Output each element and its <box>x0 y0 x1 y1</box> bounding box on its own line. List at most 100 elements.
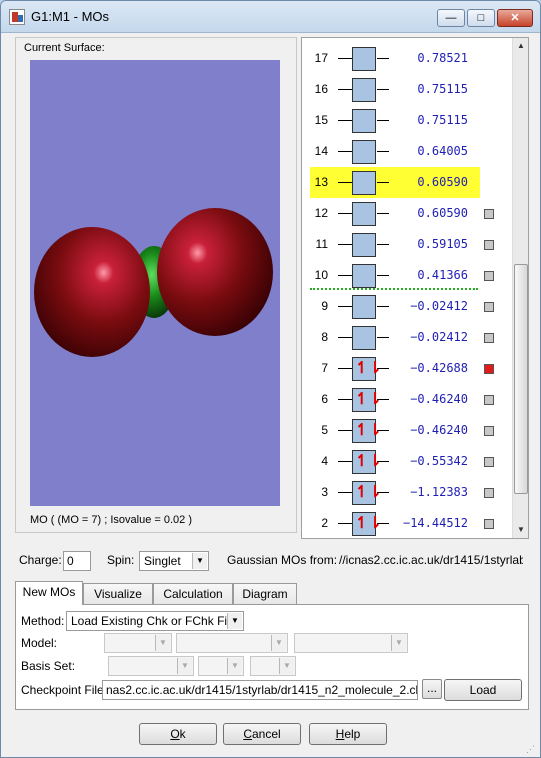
level-line-left <box>338 368 352 369</box>
mo-visualize-checkbox[interactable] <box>484 426 494 436</box>
mo-visualize-checkbox[interactable] <box>484 488 494 498</box>
level-line-left <box>338 275 352 276</box>
mo-energy: 0.75115 <box>417 113 468 127</box>
scroll-thumb[interactable] <box>514 264 528 494</box>
mo-number: 15 <box>314 113 328 127</box>
mo-row[interactable]: 6 ↿⇂ −0.46240 <box>302 384 512 415</box>
mo-row[interactable]: 7 ↿⇂ −0.42688 <box>302 353 512 384</box>
title-bar[interactable]: G1:M1 - MOs — □ ✕ <box>1 1 540 33</box>
mo-row[interactable]: 17 0.78521 <box>302 43 512 74</box>
mo-visualize-checkbox[interactable] <box>484 457 494 467</box>
mo-energy: 0.60590 <box>417 206 468 220</box>
basis-select-1[interactable]: ▼ <box>108 656 194 676</box>
orbital-level-box[interactable] <box>352 264 376 288</box>
mo-row[interactable]: 2 ↿⇂ −14.44512 <box>302 508 512 538</box>
orbital-level-box[interactable]: ↿⇂ <box>352 388 382 412</box>
mo-energy: 0.41366 <box>417 268 468 282</box>
dropdown-arrow-icon: ▼ <box>177 658 192 674</box>
mo-source-path: //icnas2.cc.ic.ac.uk/dr1415/1styrlab <box>339 553 523 567</box>
mo-energy: 0.60590 <box>417 175 468 189</box>
orbital-level-box[interactable] <box>352 140 376 164</box>
mo-row[interactable]: 3 ↿⇂ −1.12383 <box>302 477 512 508</box>
spin-select[interactable]: Singlet ▼ <box>139 551 209 571</box>
mo-visualize-checkbox[interactable] <box>484 519 494 529</box>
ok-button[interactable]: Ok <box>139 723 217 745</box>
model-select-3[interactable]: ▼ <box>294 633 408 653</box>
mo-number: 5 <box>321 423 328 437</box>
tab-new-mos[interactable]: New MOs <box>15 581 83 605</box>
scroll-down-arrow-icon[interactable]: ▼ <box>513 522 528 538</box>
orbital-level-box[interactable]: ↿⇂ <box>352 419 382 443</box>
mo-energy: −0.02412 <box>410 299 468 313</box>
mo-row[interactable]: 5 ↿⇂ −0.46240 <box>302 415 512 446</box>
orbital-level-box[interactable] <box>352 295 376 319</box>
model-select-2[interactable]: ▼ <box>176 633 288 653</box>
orbital-viewer[interactable] <box>30 60 280 506</box>
load-button[interactable]: Load <box>444 679 522 701</box>
mo-row[interactable]: 16 0.75115 <box>302 74 512 105</box>
charge-input[interactable]: 0 <box>63 551 91 571</box>
tab-diagram[interactable]: Diagram <box>233 583 297 605</box>
help-button[interactable]: Help <box>309 723 387 745</box>
mo-number: 11 <box>315 237 328 251</box>
mo-visualize-checkbox[interactable] <box>484 209 494 219</box>
mo-row[interactable]: 13 0.60590 <box>310 167 480 198</box>
tab-calculation[interactable]: Calculation <box>153 583 233 605</box>
orbital-level-box[interactable]: ↿⇂ <box>352 357 382 381</box>
orbital-level-box[interactable] <box>352 202 376 226</box>
mo-row[interactable]: 15 0.75115 <box>302 105 512 136</box>
level-line-left <box>338 430 352 431</box>
help-label-rest: elp <box>344 727 361 741</box>
method-select[interactable]: Load Existing Chk or FChk File ▼ <box>66 611 244 631</box>
dropdown-arrow-icon: ▼ <box>227 613 242 629</box>
orbital-level-box[interactable]: ↿⇂ <box>352 481 382 505</box>
mo-visualize-checkbox[interactable] <box>484 333 494 343</box>
current-surface-panel: Current Surface: MO ((MO = 7) ; Isovalu… <box>15 37 297 533</box>
mo-visualize-checkbox[interactable] <box>484 364 494 374</box>
mo-energy-list[interactable]: 17 0.78521 16 0.75115 15 0.75115 14 0.64005 13 0.… <box>301 37 529 539</box>
checkpoint-file-input[interactable]: nas2.cc.ic.ac.uk/dr1415/1styrlab/dr1415_… <box>102 680 418 700</box>
maximize-button[interactable]: □ <box>467 9 495 27</box>
model-select-1[interactable]: ▼ <box>104 633 172 653</box>
electron-pair-icon: ↿⇂ <box>355 422 382 439</box>
orbital-level-box[interactable] <box>352 109 376 133</box>
minimize-button[interactable]: — <box>437 9 465 27</box>
basis-select-2[interactable]: ▼ <box>198 656 244 676</box>
dropdown-arrow-icon: ▼ <box>391 635 406 651</box>
mo-visualize-checkbox[interactable] <box>484 302 494 312</box>
orbital-level-box[interactable] <box>352 326 376 350</box>
close-button[interactable]: ✕ <box>497 9 533 27</box>
mo-row[interactable]: 10 0.41366 <box>302 260 512 291</box>
orbital-level-box[interactable]: ↿⇂ <box>352 512 382 536</box>
cancel-label-rest: ancel <box>251 727 281 741</box>
cancel-button[interactable]: Cancel <box>223 723 301 745</box>
mo-row[interactable]: 11 0.59105 <box>302 229 512 260</box>
orbital-level-box[interactable] <box>352 171 376 195</box>
orbital-level-box[interactable] <box>352 78 376 102</box>
charge-label: Charge: <box>19 553 62 567</box>
mo-row[interactable]: 4 ↿⇂ −0.55342 <box>302 446 512 477</box>
orbital-level-box[interactable]: ↿⇂ <box>352 450 382 474</box>
tab-visualize[interactable]: Visualize <box>83 583 153 605</box>
orbital-level-box[interactable] <box>352 47 376 71</box>
mo-row[interactable]: 8 −0.02412 <box>302 322 512 353</box>
level-line-left <box>338 492 352 493</box>
mo-row[interactable]: 14 0.64005 <box>302 136 512 167</box>
mo-list-scrollbar[interactable]: ▲ ▼ <box>512 38 528 538</box>
mo-energy: 0.59105 <box>417 237 468 251</box>
mo-visualize-checkbox[interactable] <box>484 240 494 250</box>
resize-grip-icon[interactable]: ⋰ <box>526 743 538 755</box>
scroll-up-arrow-icon[interactable]: ▲ <box>513 38 528 54</box>
mo-visualize-checkbox[interactable] <box>484 271 494 281</box>
level-line-left <box>338 89 352 90</box>
basis-select-3[interactable]: ▼ <box>250 656 296 676</box>
electron-pair-icon: ↿⇂ <box>355 484 382 501</box>
mo-visualize-checkbox[interactable] <box>484 395 494 405</box>
basis-set-label: Basis Set: <box>21 659 76 673</box>
orbital-level-box[interactable] <box>352 233 376 257</box>
mo-row[interactable]: 12 0.60590 <box>302 198 512 229</box>
mo-number: 10 <box>314 268 328 282</box>
mo-source-label: Gaussian MOs from: <box>227 553 338 567</box>
browse-file-button[interactable]: ... <box>422 679 442 699</box>
mo-row[interactable]: 9 −0.02412 <box>302 291 512 322</box>
